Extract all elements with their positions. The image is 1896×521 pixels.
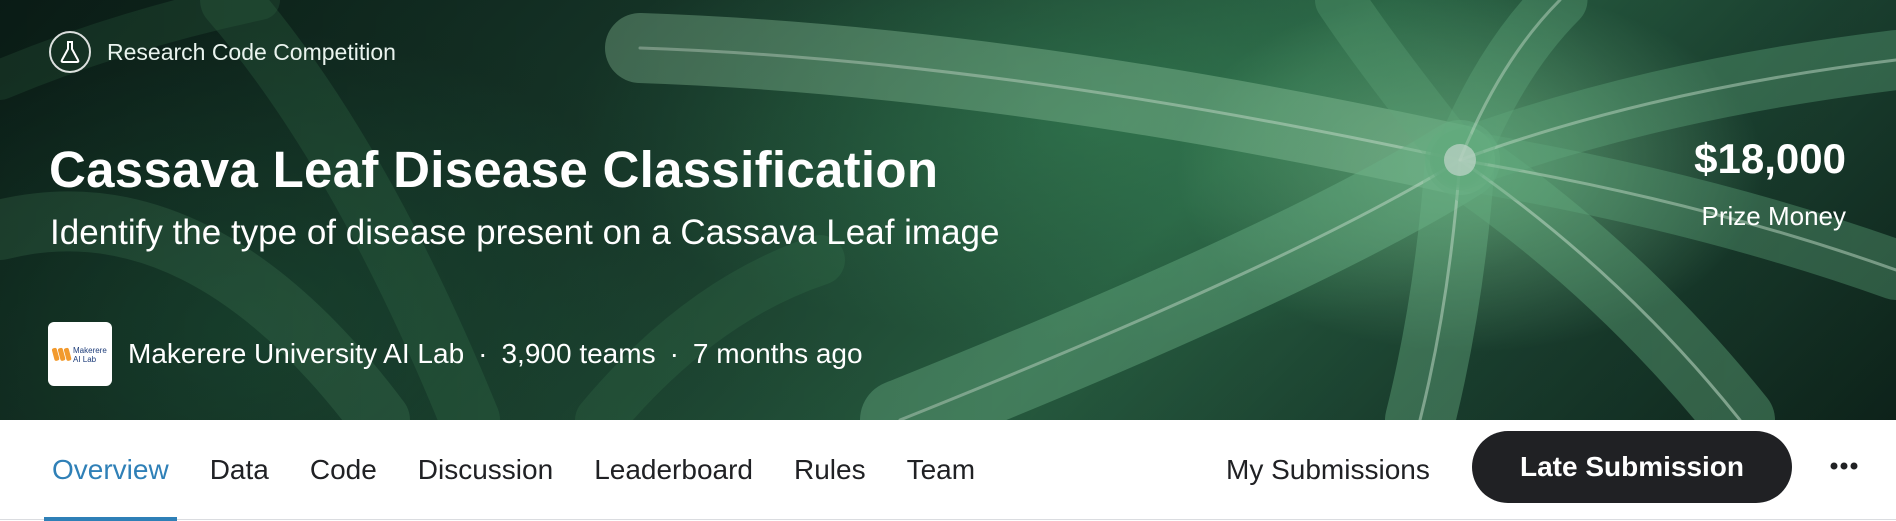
competition-title: Cassava Leaf Disease Classification	[49, 141, 939, 198]
competition-subtitle: Identify the type of disease present on …	[50, 213, 1000, 252]
tab-discussion[interactable]: Discussion	[410, 420, 561, 520]
tab-leaderboard[interactable]: Leaderboard	[586, 420, 761, 520]
svg-text:AI Lab: AI Lab	[73, 355, 97, 364]
competition-header: Research Code Competition Cassava Leaf D…	[0, 0, 1896, 420]
tab-rules[interactable]: Rules	[786, 420, 874, 520]
prize-amount: $18,000	[1694, 135, 1846, 182]
organization-name[interactable]: Makerere University AI Lab	[128, 338, 464, 370]
teams-count: 3,900 teams	[501, 338, 656, 369]
competition-type-label: Research Code Competition	[107, 38, 396, 65]
tab-list: Overview Data Code Discussion Leaderboar…	[44, 420, 1008, 521]
prize-label: Prize Money	[1701, 201, 1847, 231]
organization-logo[interactable]: Makerere AI Lab	[48, 322, 112, 386]
late-submission-button[interactable]: Late Submission	[1472, 431, 1792, 503]
svg-text:Makerere: Makerere	[73, 346, 107, 355]
prize-info: $18,000 Prize Money	[1694, 135, 1846, 232]
tab-team[interactable]: Team	[899, 420, 983, 520]
host-info: Makerere AI Lab Makerere University AI L…	[48, 322, 863, 386]
flask-icon	[49, 31, 91, 73]
time-ago: 7 months ago	[692, 338, 863, 369]
tab-data[interactable]: Data	[202, 420, 277, 520]
separator-dot: ·	[669, 338, 679, 369]
more-horizontal-icon[interactable]	[1822, 444, 1866, 488]
competition-type: Research Code Competition	[49, 31, 396, 73]
tab-code[interactable]: Code	[302, 420, 385, 520]
my-submissions-link[interactable]: My Submissions	[1226, 420, 1430, 520]
separator-dot: ·	[478, 338, 488, 369]
competition-nav: Overview Data Code Discussion Leaderboar…	[0, 420, 1896, 521]
tab-overview[interactable]: Overview	[44, 420, 177, 521]
